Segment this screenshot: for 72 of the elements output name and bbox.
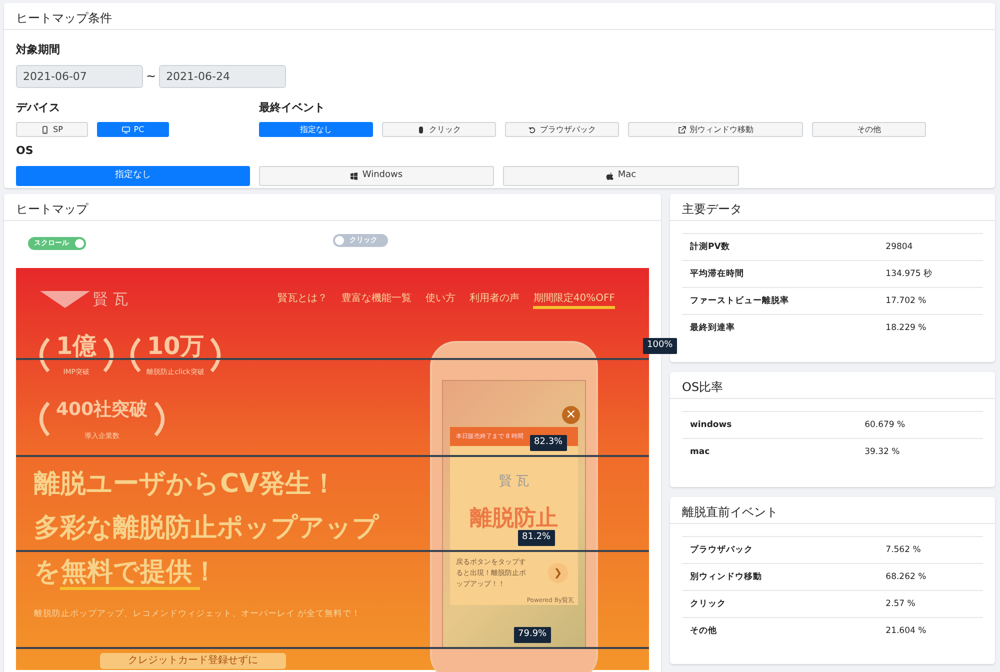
monitor-icon <box>122 126 130 134</box>
logo-text: 賢 瓦 <box>498 473 530 491</box>
field-label: 最終イベント <box>259 100 326 116</box>
option-button[interactable]: ブラウザバック <box>505 122 619 137</box>
apple-icon <box>606 172 614 180</box>
option-button[interactable]: 指定なし <box>259 122 373 137</box>
field-label: デバイス <box>16 100 61 116</box>
stat-value: 29804 <box>878 234 983 260</box>
phone-icon <box>41 126 50 134</box>
panel-title: 離脱直前イベント <box>670 497 995 524</box>
stat-value: 18.229 % <box>878 314 983 342</box>
close-button[interactable]: × <box>562 406 580 424</box>
field-label: OS <box>16 143 34 159</box>
range-separator: ~ <box>146 68 156 85</box>
stat-label: 別ウィンドウ移動 <box>682 564 878 590</box>
nav-link[interactable]: 豊富な機能一覧 <box>341 291 412 310</box>
stat-value: 68.262 % <box>878 564 983 590</box>
panel-title: ヒートマップ <box>4 194 661 221</box>
nav-link[interactable]: 利用者の声 <box>469 291 520 310</box>
mouse-icon <box>417 126 425 134</box>
external-link-icon <box>678 126 686 134</box>
date-field[interactable]: 2021-06-24 <box>159 64 286 88</box>
windows-icon <box>350 172 358 180</box>
award-value: 1億 <box>56 332 97 358</box>
scroll-percent-label: 100% <box>643 338 677 354</box>
scroll-percent-label: 82.3% <box>530 435 567 450</box>
undo-icon <box>528 126 536 134</box>
option-button[interactable]: その他 <box>812 122 926 137</box>
option-button[interactable]: PC <box>97 122 169 137</box>
logo-icon <box>40 289 90 310</box>
option-button[interactable]: クリック <box>382 122 496 137</box>
stat-value: 2.57 % <box>878 590 983 618</box>
stat-value: 7.562 % <box>878 536 983 564</box>
stat-label: windows <box>682 412 857 438</box>
headline-text: 離脱ユーザからCV発生！ <box>34 468 338 498</box>
nav-link[interactable]: 使い方 <box>425 291 456 310</box>
stat-label: mac <box>682 438 857 466</box>
date-field[interactable]: 2021-06-07 <box>16 64 143 88</box>
option-button[interactable]: Mac <box>503 166 739 186</box>
arrow-button[interactable]: ❯ <box>548 563 568 583</box>
panel-title: OS比率 <box>670 372 995 399</box>
popup-title: 離脱防止 <box>469 504 559 532</box>
award-value: 10万 <box>146 332 204 358</box>
panel-title: ヒートマップ条件 <box>4 3 995 30</box>
stat-label: クリック <box>682 590 878 618</box>
stat-value: 39.32 % <box>856 438 983 466</box>
stat-label: ブラウザバック <box>682 536 878 564</box>
stat-value: 21.604 % <box>878 618 983 644</box>
nav-link[interactable]: 賢瓦とは？ <box>277 291 328 310</box>
option-button[interactable]: SP <box>16 122 88 137</box>
cta-button[interactable]: クレジットカード登録せずに <box>100 653 286 670</box>
headline-text: 多彩な離脱防止ポップアップ <box>34 512 379 542</box>
headline-text: を無料で提供！ <box>34 556 218 586</box>
scroll-percent-label: 79.9% <box>514 627 551 642</box>
option-button[interactable]: Windows <box>259 166 494 186</box>
award-value: 400社突破 <box>56 398 148 422</box>
stat-label: 計測PV数 <box>682 234 878 260</box>
nav-link[interactable]: 期間限定40%OFF <box>533 291 615 310</box>
option-button[interactable]: 別ウィンドウ移動 <box>628 122 803 137</box>
scroll-percent-label: 81.2% <box>518 530 555 546</box>
logo-text: 賢 瓦 <box>93 289 128 310</box>
stat-value: 17.702 % <box>878 288 983 314</box>
stat-label: 平均滞在時間 <box>682 260 878 288</box>
stat-value: 60.679 % <box>856 412 983 438</box>
stat-label: その他 <box>682 618 878 644</box>
field-label: 対象期間 <box>16 42 61 58</box>
stat-label: 最終到達率 <box>682 314 878 342</box>
subline-text: 離脱防止ポップアップ、レコメンドウィジェット、オーバーレイ が全て無料で！ <box>34 608 362 620</box>
panel-title: 主要データ <box>670 194 995 221</box>
option-button[interactable]: 指定なし <box>16 166 250 186</box>
stat-label: ファーストビュー離脱率 <box>682 288 878 314</box>
stat-value: 134.975 秒 <box>878 260 983 288</box>
